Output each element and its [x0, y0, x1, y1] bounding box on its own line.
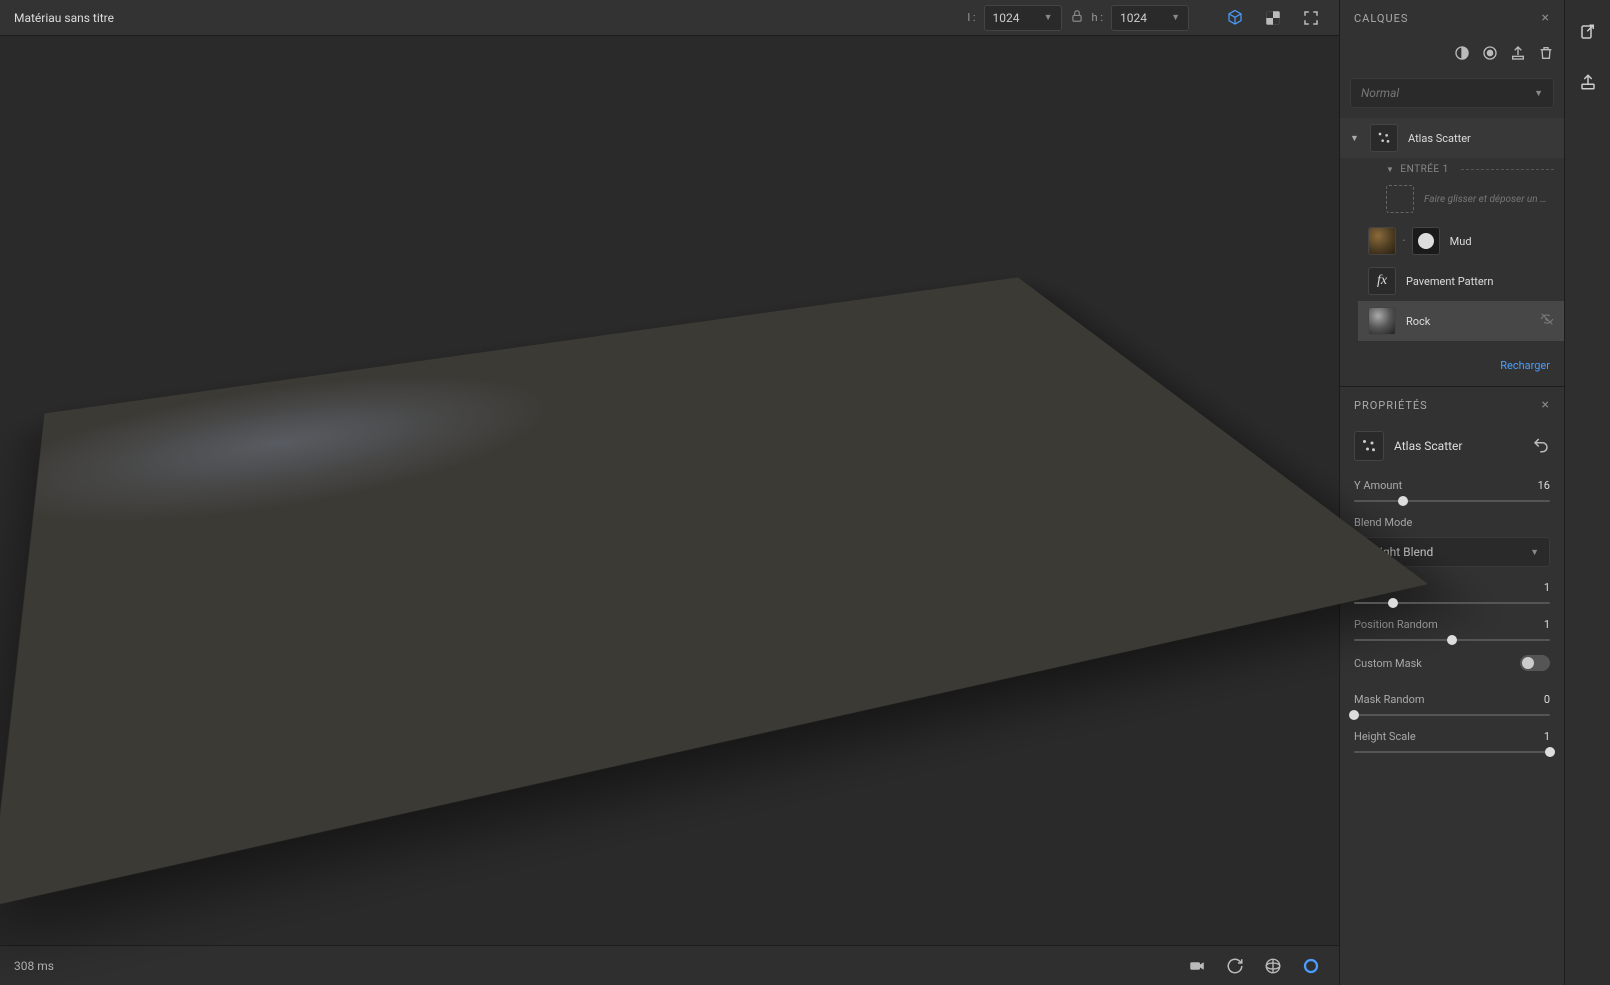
lock-icon[interactable] [1070, 9, 1084, 26]
reload-link[interactable]: Recharger [1340, 345, 1564, 386]
document-title: Matériau sans titre [14, 11, 957, 25]
blend-mode-value: Normal [1361, 86, 1399, 100]
fx-icon: fx [1368, 267, 1396, 295]
material-preview [67, 127, 1272, 854]
environment-button[interactable] [1259, 952, 1287, 980]
render-mode-button[interactable] [1297, 952, 1325, 980]
mask-random-slider[interactable] [1354, 714, 1550, 716]
properties-target-name: Atlas Scatter [1394, 439, 1462, 453]
properties-panel-header: PROPRIÉTÉS × [1340, 387, 1564, 423]
viewport-3d[interactable] [0, 36, 1339, 945]
width-value: 1024 [993, 11, 1020, 25]
custom-mask-toggle[interactable] [1520, 655, 1550, 671]
layer-mud[interactable]: · Mud [1358, 221, 1564, 261]
layer-group-name: Atlas Scatter [1408, 132, 1554, 145]
caret-down-icon[interactable]: ▼ [1350, 133, 1360, 144]
chevron-down-icon: ▼ [1044, 12, 1053, 23]
fullscreen-button[interactable] [1297, 4, 1325, 32]
layer-group-atlas-scatter[interactable]: ▼ Atlas Scatter [1340, 118, 1564, 158]
prop-label: Y Amount [1354, 479, 1402, 492]
prop-value: 16 [1538, 479, 1550, 492]
close-icon[interactable]: × [1542, 10, 1550, 26]
prop-value: 1 [1544, 618, 1550, 631]
dimensions-group: l : 1024 ▼ h : 1024 ▼ [967, 5, 1189, 31]
properties-title: PROPRIÉTÉS [1354, 399, 1428, 412]
material-plane [0, 277, 1428, 906]
position-random-slider[interactable] [1354, 639, 1550, 641]
app-root: Matériau sans titre l : 1024 ▼ h : 1024 … [0, 0, 1610, 985]
sublayers: ▼ ENTRÉE 1 Faire glisser et déposer un m… [1340, 158, 1564, 341]
close-icon[interactable]: × [1542, 397, 1550, 413]
layer-rock[interactable]: Rock [1358, 301, 1564, 341]
scatter-icon [1370, 124, 1398, 152]
topbar: Matériau sans titre l : 1024 ▼ h : 1024 … [0, 0, 1339, 36]
layers-title: CALQUES [1354, 12, 1408, 25]
prop-label: Custom Mask [1354, 657, 1422, 670]
mask-thumb-icon [1412, 227, 1440, 255]
chevron-down-icon: ▼ [1534, 88, 1543, 99]
blend-mode-select[interactable]: Normal ▼ [1350, 78, 1554, 108]
prop-height-scale: Height Scale 1 [1340, 720, 1564, 757]
render-time: 308 ms [14, 959, 54, 973]
scatter-icon [1354, 431, 1384, 461]
width-label: l : [967, 11, 975, 24]
main-column: Matériau sans titre l : 1024 ▼ h : 1024 … [0, 0, 1339, 985]
height-select[interactable]: 1024 ▼ [1111, 5, 1189, 31]
side-panel: CALQUES × Normal ▼ ▼ Atlas Scatter ▼ [1339, 0, 1564, 985]
camera-button[interactable] [1183, 952, 1211, 980]
right-rail [1564, 0, 1610, 985]
material-drop-zone[interactable]: Faire glisser et déposer un matéria… [1386, 185, 1554, 213]
material-thumb-icon [1368, 227, 1396, 255]
layers-list: ▼ Atlas Scatter ▼ ENTRÉE 1 Faire glisser… [1340, 114, 1564, 345]
prop-position-random: Position Random 1 [1340, 608, 1564, 645]
layers-panel-header: CALQUES × [1340, 0, 1564, 36]
height-scale-slider[interactable] [1354, 751, 1550, 753]
share-icon[interactable] [1574, 68, 1602, 96]
prop-value: 1 [1544, 730, 1550, 743]
properties-panel: PROPRIÉTÉS × Atlas Scatter Y Amount 16 [1340, 386, 1564, 985]
prop-value: 1 [1544, 581, 1550, 594]
prop-label: Position Random [1354, 618, 1438, 631]
material-thumb-icon [1368, 307, 1396, 335]
prop-label: Mask Random [1354, 693, 1425, 706]
height-label: h : [1092, 11, 1103, 24]
export-icon[interactable] [1510, 45, 1526, 64]
refresh-button[interactable] [1221, 952, 1249, 980]
width-select[interactable]: 1024 ▼ [984, 5, 1062, 31]
drop-box-icon [1386, 185, 1414, 213]
chevron-down-icon: ▼ [1530, 547, 1539, 558]
trash-icon[interactable] [1538, 45, 1554, 64]
undo-icon[interactable] [1532, 436, 1550, 457]
layer-pavement-pattern[interactable]: fx Pavement Pattern [1358, 261, 1564, 301]
chevron-down-icon: ▼ [1171, 12, 1180, 23]
prop-label: Height Scale [1354, 730, 1416, 743]
mask-icon[interactable] [1482, 45, 1498, 64]
height-value: 1024 [1120, 11, 1147, 25]
properties-target-header: Atlas Scatter [1340, 423, 1564, 469]
import-icon[interactable] [1574, 18, 1602, 46]
y-amount-slider[interactable] [1354, 500, 1550, 502]
scale-slider[interactable] [1354, 602, 1550, 604]
drop-hint: Faire glisser et déposer un matéria… [1424, 194, 1554, 205]
bottombar: 308 ms [0, 945, 1339, 985]
view-2d-button[interactable] [1259, 4, 1287, 32]
view-3d-button[interactable] [1221, 4, 1249, 32]
layer-tools [1340, 36, 1564, 72]
layer-name: Mud [1450, 235, 1554, 248]
visibility-off-icon[interactable] [1540, 312, 1554, 330]
prop-value: 0 [1544, 693, 1550, 706]
adjustment-icon[interactable] [1454, 45, 1470, 64]
input-header: ▼ ENTRÉE 1 [1358, 158, 1564, 181]
prop-y-amount: Y Amount 16 [1340, 469, 1564, 506]
layer-name: Pavement Pattern [1406, 275, 1554, 288]
layer-name: Rock [1406, 315, 1530, 328]
input-label: ENTRÉE 1 [1400, 164, 1448, 175]
prop-mask-random: Mask Random 0 [1340, 683, 1564, 720]
prop-custom-mask: Custom Mask [1340, 645, 1564, 683]
prop-label: Blend Mode [1354, 516, 1412, 529]
